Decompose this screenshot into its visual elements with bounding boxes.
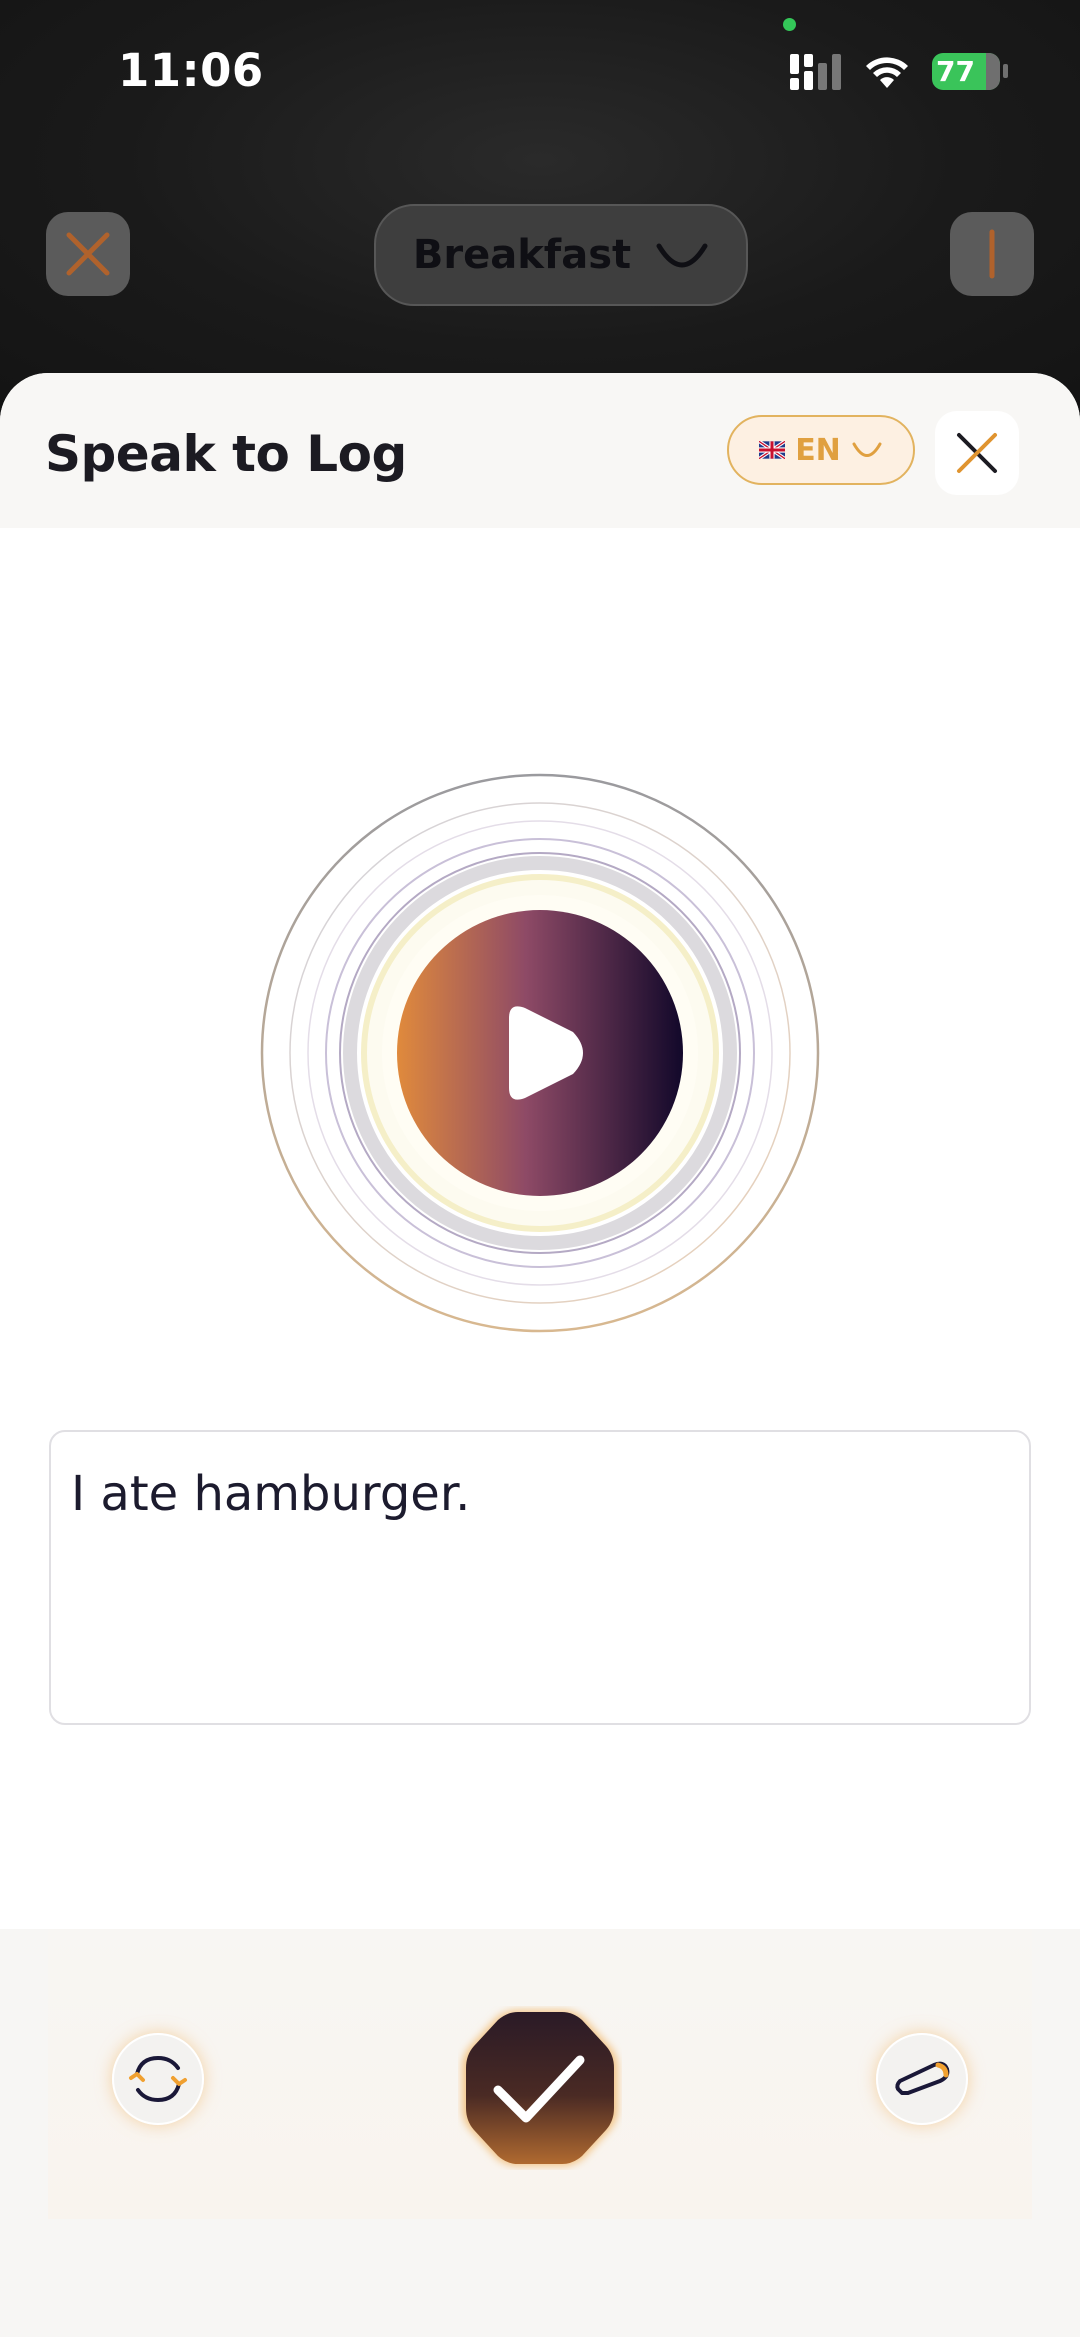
retry-button[interactable] xyxy=(112,2033,204,2125)
background-info-button xyxy=(950,212,1034,296)
close-sheet-button[interactable] xyxy=(935,411,1019,495)
edit-button[interactable] xyxy=(876,2033,968,2125)
battery-level: 77 xyxy=(936,55,975,88)
status-bar: 11:06 77 xyxy=(0,0,1080,140)
background-close-button xyxy=(46,212,130,296)
language-code: EN xyxy=(795,432,841,468)
background-meal-selector: Breakfast xyxy=(374,204,748,306)
close-icon xyxy=(66,232,110,276)
play-button[interactable] xyxy=(397,910,683,1196)
uk-flag-icon xyxy=(759,441,786,459)
refresh-icon xyxy=(129,2055,187,2103)
battery-empty-portion xyxy=(986,53,1000,90)
transcript-text: I ate hamburger. xyxy=(71,1466,471,1522)
battery-cap xyxy=(1003,64,1008,78)
privacy-indicator-dot xyxy=(783,18,796,31)
sheet-header: Speak to Log EN xyxy=(0,373,1080,528)
chevron-down-icon xyxy=(656,243,708,268)
chevron-down-icon xyxy=(852,442,882,457)
speak-to-log-sheet: Speak to Log EN I ate hamburger. xyxy=(0,373,1080,2337)
edit-icon xyxy=(895,2061,950,2095)
confirm-button[interactable] xyxy=(458,2006,622,2170)
transcript-field[interactable]: I ate hamburger. xyxy=(49,1430,1031,1725)
battery-indicator: 77 xyxy=(932,53,1000,90)
cellular-signal-icon xyxy=(790,54,841,90)
sheet-title: Speak to Log xyxy=(45,425,407,483)
language-selector[interactable]: EN xyxy=(727,415,915,485)
status-time: 11:06 xyxy=(118,44,264,97)
meal-label: Breakfast xyxy=(412,232,632,278)
wifi-icon xyxy=(866,57,908,88)
background-screen: 11:06 77 Breakfast xyxy=(0,0,1080,400)
close-icon xyxy=(957,433,997,473)
bottom-action-bar xyxy=(0,1929,1080,2337)
voice-playback-orb xyxy=(258,771,822,1335)
info-icon xyxy=(989,229,995,279)
